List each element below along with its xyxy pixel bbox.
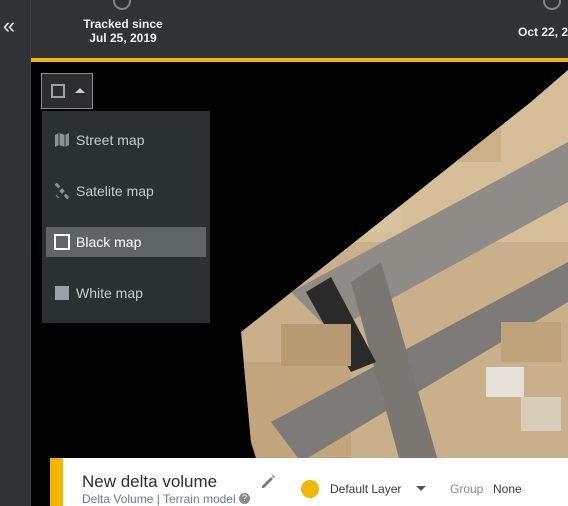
caret-up-icon bbox=[75, 88, 85, 93]
card-subtitle: Delta Volume | Terrain model bbox=[82, 492, 236, 506]
menu-item-black-map[interactable]: Black map bbox=[46, 227, 206, 257]
timeline-start-marker[interactable] bbox=[113, 0, 131, 10]
menu-item-label: Satelite map bbox=[76, 183, 154, 199]
menu-item-label: Black map bbox=[76, 234, 142, 250]
card-title: New delta volume bbox=[82, 472, 218, 491]
map-icon bbox=[54, 132, 70, 148]
timeline-header: Tracked since Jul 25, 2019 Oct 22, 20 bbox=[31, 0, 568, 58]
timeline-end-date: Oct 22, 20 bbox=[518, 25, 568, 39]
layer-color-dot[interactable] bbox=[301, 480, 319, 498]
timeline-end-marker[interactable] bbox=[543, 0, 561, 10]
menu-item-street-map[interactable]: Street map bbox=[46, 125, 206, 155]
group-label: Group bbox=[450, 482, 484, 496]
chevron-down-icon[interactable] bbox=[416, 486, 426, 491]
menu-item-label: Street map bbox=[76, 132, 145, 148]
collapse-panel-icon[interactable]: « bbox=[0, 14, 18, 38]
group-value[interactable]: None bbox=[493, 482, 522, 496]
menu-item-satellite-map[interactable]: Satelite map bbox=[46, 176, 206, 206]
timeline-start-label: Tracked since Jul 25, 2019 bbox=[73, 17, 173, 45]
map-layer-toggle-button[interactable] bbox=[41, 73, 93, 109]
card-accent-bar bbox=[50, 458, 63, 506]
delta-volume-card[interactable]: New delta volume Delta Volume | Terrain … bbox=[50, 458, 568, 506]
left-rail: « bbox=[0, 0, 31, 506]
black-square-icon bbox=[54, 234, 70, 250]
tracked-since-text: Tracked since bbox=[83, 17, 163, 31]
pencil-edit-icon[interactable] bbox=[260, 474, 276, 490]
menu-item-label: White map bbox=[76, 285, 143, 301]
menu-item-white-map[interactable]: White map bbox=[46, 278, 206, 308]
map-layer-menu: Street map Satelite map Black map White … bbox=[42, 111, 210, 323]
satellite-icon bbox=[54, 182, 70, 200]
tracked-since-date: Jul 25, 2019 bbox=[89, 31, 157, 45]
white-square-icon bbox=[54, 285, 70, 301]
help-icon[interactable]: ? bbox=[239, 493, 250, 504]
black-square-icon bbox=[51, 84, 65, 98]
layer-select-value[interactable]: Default Layer bbox=[330, 482, 401, 496]
